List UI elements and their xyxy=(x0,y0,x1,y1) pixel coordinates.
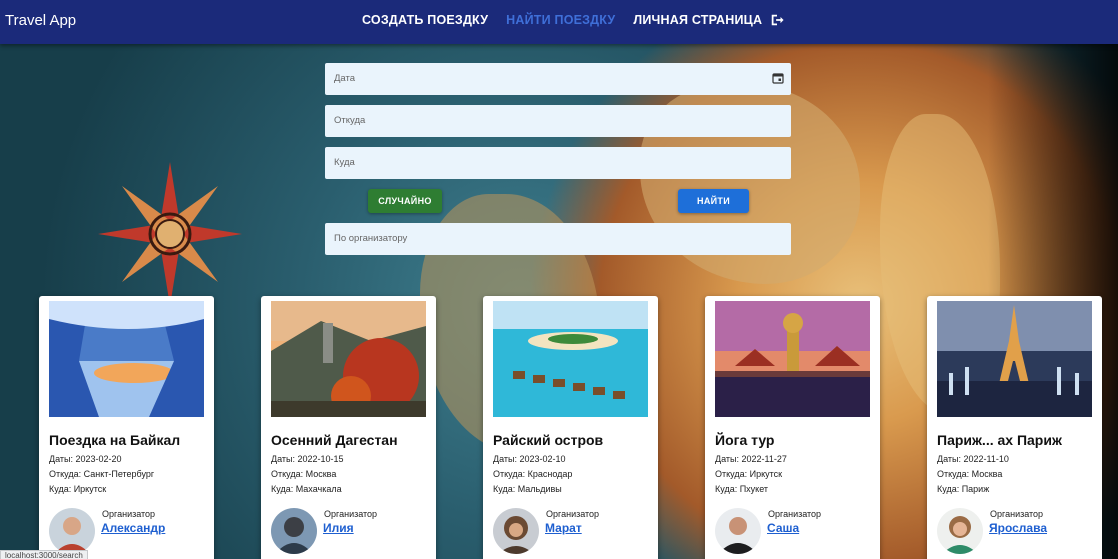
trip-photo-paris xyxy=(937,301,1092,417)
nav-find-trip[interactable]: НАЙТИ ПОЕЗДКУ xyxy=(506,13,615,27)
trip-to: Куда: Мальдивы xyxy=(493,484,562,494)
trip-card[interactable]: Поездка на Байкал Даты: 2023-02-20 Откуд… xyxy=(39,296,214,559)
trip-from: Откуда: Иркутск xyxy=(715,469,783,479)
trip-card[interactable]: Париж... ах Париж Даты: 2022-11-10 Откуд… xyxy=(927,296,1102,559)
organizer-avatar[interactable] xyxy=(715,508,761,554)
nav-profile[interactable]: ЛИЧНАЯ СТРАНИЦА xyxy=(633,13,762,27)
trip-title: Париж... ах Париж xyxy=(937,432,1062,448)
organizer-label: Организатор xyxy=(768,509,822,519)
organizer-link[interactable]: Саша xyxy=(767,521,799,535)
trip-title: Осенний Дагестан xyxy=(271,432,398,448)
organizer-label: Организатор xyxy=(990,509,1044,519)
trip-to: Куда: Париж xyxy=(937,484,990,494)
trip-dates: Даты: 2023-02-10 xyxy=(493,454,566,464)
organizer-avatar[interactable] xyxy=(937,508,983,554)
trip-from: Откуда: Краснодар xyxy=(493,469,573,479)
nav-create-trip[interactable]: СОЗДАТЬ ПОЕЗДКУ xyxy=(362,13,488,27)
trip-to: Куда: Пхукет xyxy=(715,484,769,494)
trip-from: Откуда: Москва xyxy=(937,469,1003,479)
trip-dates: Даты: 2023-02-20 xyxy=(49,454,122,464)
from-input[interactable]: Откуда xyxy=(325,105,791,137)
main-nav: СОЗДАТЬ ПОЕЗДКУ НАЙТИ ПОЕЗДКУ ЛИЧНАЯ СТР… xyxy=(362,13,784,27)
calendar-icon[interactable] xyxy=(772,72,784,84)
organizer-label: Организатор xyxy=(546,509,600,519)
organizer-label: Организатор xyxy=(102,509,156,519)
trip-dates: Даты: 2022-10-15 xyxy=(271,454,344,464)
trip-from: Откуда: Санкт-Петербург xyxy=(49,469,155,479)
trip-title: Поездка на Байкал xyxy=(49,432,181,448)
trip-card[interactable]: Райский остров Даты: 2023-02-10 Откуда: … xyxy=(483,296,658,559)
trip-from: Откуда: Москва xyxy=(271,469,337,479)
organizer-link[interactable]: Ярослава xyxy=(989,521,1047,535)
trip-dates: Даты: 2022-11-10 xyxy=(937,454,1009,464)
organizer-label: Организатор xyxy=(324,509,378,519)
trip-photo-dagestan xyxy=(271,301,426,417)
random-button[interactable]: СЛУЧАЙНО xyxy=(368,189,442,213)
trip-title: Йога тур xyxy=(715,432,775,448)
organizer-link[interactable]: Александр xyxy=(101,521,165,535)
organizer-avatar[interactable] xyxy=(271,508,317,554)
organizer-avatar[interactable] xyxy=(49,508,95,554)
app-title[interactable]: Travel App xyxy=(5,12,76,29)
browser-status-url: localhost:3000/search xyxy=(0,550,88,559)
app-header: Travel App СОЗДАТЬ ПОЕЗДКУ НАЙТИ ПОЕЗДКУ… xyxy=(0,0,1118,44)
trip-to: Куда: Иркутск xyxy=(49,484,107,494)
trip-card[interactable]: Йога тур Даты: 2022-11-27 Откуда: Иркутс… xyxy=(705,296,880,559)
organizer-input-placeholder: По организатору xyxy=(334,233,408,244)
trip-title: Райский остров xyxy=(493,432,604,448)
from-input-placeholder: Откуда xyxy=(334,115,366,126)
to-input-placeholder: Куда xyxy=(334,157,355,168)
organizer-input[interactable]: По организатору xyxy=(325,223,791,255)
logout-icon[interactable] xyxy=(770,13,784,27)
trip-dates: Даты: 2022-11-27 xyxy=(715,454,787,464)
compass-rose-icon xyxy=(98,162,242,306)
trip-card[interactable]: Осенний Дагестан Даты: 2022-10-15 Откуда… xyxy=(261,296,436,559)
trip-photo-yoga xyxy=(715,301,870,417)
trip-photo-maldives xyxy=(493,301,648,417)
trip-photo-baikal xyxy=(49,301,204,417)
organizer-avatar[interactable] xyxy=(493,508,539,554)
find-button[interactable]: НАЙТИ xyxy=(678,189,749,213)
trip-to: Куда: Махачкала xyxy=(271,484,342,494)
to-input[interactable]: Куда xyxy=(325,147,791,179)
date-input[interactable]: Дата xyxy=(325,63,791,95)
organizer-link[interactable]: Илия xyxy=(323,521,354,535)
organizer-link[interactable]: Марат xyxy=(545,521,582,535)
date-input-placeholder: Дата xyxy=(334,73,356,84)
